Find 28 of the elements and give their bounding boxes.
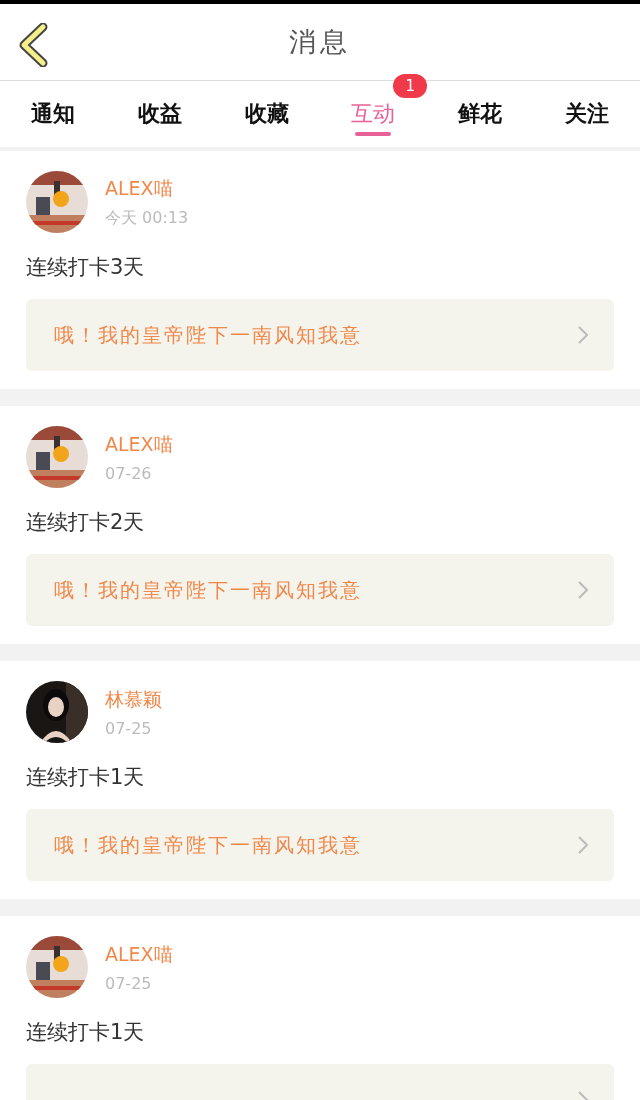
chevron-right-icon bbox=[578, 836, 588, 854]
back-icon[interactable] bbox=[18, 23, 48, 67]
user-name[interactable]: 林慕颖 bbox=[105, 686, 162, 713]
chevron-right-icon bbox=[578, 581, 588, 599]
user-name[interactable]: ALEX喵 bbox=[105, 175, 189, 202]
message-time: 07-25 bbox=[105, 718, 153, 738]
quote-link[interactable]: 哦！我的皇帝陛下一南风知我意 bbox=[26, 809, 614, 881]
tab[interactable]: 鲜花 bbox=[458, 81, 502, 135]
tab[interactable]: 通知 bbox=[31, 81, 76, 135]
tab[interactable]: 关注 bbox=[564, 81, 609, 135]
message-text: 连续打卡1天 bbox=[26, 1019, 146, 1046]
message-text: 连续打卡3天 bbox=[26, 254, 146, 281]
quote-link[interactable]: 哦！我的皇帝陛下一南风知我意 bbox=[26, 299, 614, 371]
tab[interactable]: 互动 bbox=[351, 81, 396, 135]
message-time: 今天 00:13 bbox=[105, 207, 189, 229]
tab[interactable]: 收益 bbox=[138, 81, 182, 135]
count-badge: 1 bbox=[393, 74, 428, 98]
message-time: 07-26 bbox=[105, 463, 153, 483]
message-text: 连续打卡2天 bbox=[26, 509, 146, 536]
quote-link[interactable]: 哦！我的皇帝陛下一南风知我意 bbox=[26, 554, 614, 626]
user-name[interactable]: ALEX喵 bbox=[105, 941, 173, 968]
message-text: 连续打卡1天 bbox=[26, 764, 146, 791]
user-name[interactable]: ALEX喵 bbox=[105, 431, 173, 458]
chevron-right-icon bbox=[578, 326, 588, 344]
tab[interactable]: 收藏 bbox=[244, 81, 289, 135]
tab-indicator bbox=[355, 132, 392, 136]
page-title: 消息 bbox=[289, 25, 351, 59]
message-time: 07-25 bbox=[105, 973, 153, 993]
